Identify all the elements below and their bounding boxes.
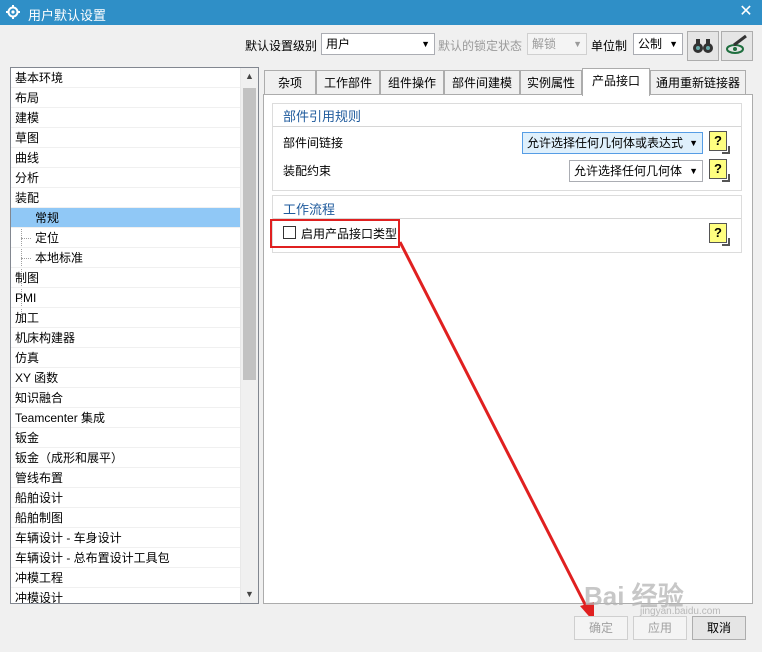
chevron-down-icon: ▼ xyxy=(573,39,582,49)
window-title: 用户默认设置 xyxy=(28,8,107,23)
tab-work-part[interactable]: 工作部件 xyxy=(316,70,380,94)
cancel-button[interactable]: 取消 xyxy=(692,616,746,640)
group-ref-rules: 部件引用规则 部件间链接 允许选择任何几何体或表达式 ▼ ? 装配约束 允许选择… xyxy=(272,103,742,191)
interpart-link-dropdown[interactable]: 允许选择任何几何体或表达式 ▼ xyxy=(522,132,703,154)
tree-item-simulation[interactable]: 仿真 xyxy=(11,348,242,368)
chevron-down-icon: ▼ xyxy=(689,138,698,148)
tree-item-local-standards[interactable]: 本地标准 xyxy=(11,248,242,268)
tab-interpart-modeling[interactable]: 部件间建模 xyxy=(444,70,520,94)
tab-general-relinker[interactable]: 通用重新链接器 xyxy=(650,70,746,94)
assembly-constraint-dropdown[interactable]: 允许选择任何几何体 ▼ xyxy=(569,160,703,182)
category-tree[interactable]: 基本环境 布局 建模 草图 曲线 分析 装配 常规 定位 本地标准 制图 PMI… xyxy=(10,67,259,604)
group-title: 部件引用规则 xyxy=(283,109,362,124)
scroll-down-icon[interactable]: ▼ xyxy=(241,586,258,603)
tab-product-interface[interactable]: 产品接口 xyxy=(582,68,650,96)
tree-item-sheet-metal[interactable]: 钣金 xyxy=(11,428,242,448)
find-button[interactable] xyxy=(687,31,719,61)
chevron-down-icon: ▼ xyxy=(689,166,698,176)
close-icon[interactable]: ✕ xyxy=(738,3,754,21)
group-title: 工作流程 xyxy=(283,202,336,217)
chevron-down-icon: ▼ xyxy=(669,39,678,49)
tab-component-ops[interactable]: 组件操作 xyxy=(380,70,444,94)
gear-icon xyxy=(6,5,20,19)
interpart-link-value: 允许选择任何几何体或表达式 xyxy=(527,136,684,150)
tab-panel: 部件引用规则 部件间链接 允许选择任何几何体或表达式 ▼ ? 装配约束 允许选择… xyxy=(263,94,753,604)
scroll-up-icon[interactable]: ▲ xyxy=(241,68,258,85)
tree-item-pmi[interactable]: PMI xyxy=(11,288,242,308)
tab-instance-attributes[interactable]: 实例属性 xyxy=(520,70,582,94)
unit-label: 单位制 xyxy=(591,39,628,53)
lock-label: 默认的锁定状态 xyxy=(438,39,523,53)
help-icon[interactable]: ? xyxy=(709,131,730,154)
help-icon[interactable]: ? xyxy=(709,159,730,182)
unit-value: 公制 xyxy=(638,37,663,51)
ok-button[interactable]: 确定 xyxy=(574,616,628,640)
tree-item-sheet-metal-flatten[interactable]: 钣金（成形和展平） xyxy=(11,448,242,468)
edit-button[interactable] xyxy=(721,31,753,61)
tree-item-basic-env[interactable]: 基本环境 xyxy=(11,68,242,88)
tree-item-general[interactable]: 常规 xyxy=(11,208,242,228)
tree-item-positioning[interactable]: 定位 xyxy=(11,228,242,248)
tree-item-vehicle-layout[interactable]: 车辆设计 - 总布置设计工具包 xyxy=(11,548,242,568)
tree-item-knowledge-fusion[interactable]: 知识融合 xyxy=(11,388,242,408)
pencil-eye-icon xyxy=(726,34,747,54)
tree-scrollbar[interactable]: ▲ ▼ xyxy=(240,68,258,603)
tree-item-sketch[interactable]: 草图 xyxy=(11,128,242,148)
tree-item-drafting[interactable]: 制图 xyxy=(11,268,242,288)
tree-item-xy-function[interactable]: XY 函数 xyxy=(11,368,242,388)
title-bar: 用户默认设置 ✕ xyxy=(0,0,762,25)
tree-item-machine-builder[interactable]: 机床构建器 xyxy=(11,328,242,348)
group-divider xyxy=(273,126,741,127)
tree-item-assembly[interactable]: 装配 xyxy=(11,188,242,208)
lock-value: 解锁 xyxy=(532,37,557,51)
assembly-constraint-value: 允许选择任何几何体 xyxy=(574,164,683,178)
apply-button[interactable]: 应用 xyxy=(633,616,687,640)
level-value: 用户 xyxy=(326,37,351,51)
tree-item-curve[interactable]: 曲线 xyxy=(11,148,242,168)
annotation-highlight-box xyxy=(270,219,400,248)
binoculars-icon xyxy=(693,39,713,53)
tree-item-analysis[interactable]: 分析 xyxy=(11,168,242,188)
level-label: 默认设置级别 xyxy=(245,39,318,53)
tree-item-modeling[interactable]: 建模 xyxy=(11,108,242,128)
lock-dropdown: 解锁 ▼ xyxy=(527,33,587,55)
tree-item-vehicle-body[interactable]: 车辆设计 - 车身设计 xyxy=(11,528,242,548)
tree-item-ship-drafting[interactable]: 船舶制图 xyxy=(11,508,242,528)
tree-item-manufacturing[interactable]: 加工 xyxy=(11,308,242,328)
tree-item-routing[interactable]: 管线布置 xyxy=(11,468,242,488)
assembly-constraint-label: 装配约束 xyxy=(283,164,332,178)
tab-misc[interactable]: 杂项 xyxy=(264,70,316,94)
chevron-down-icon: ▼ xyxy=(421,39,430,49)
scroll-thumb[interactable] xyxy=(243,88,256,380)
level-dropdown[interactable]: 用户 ▼ xyxy=(321,33,435,55)
interpart-link-label: 部件间链接 xyxy=(283,136,344,150)
tree-item-teamcenter[interactable]: Teamcenter 集成 xyxy=(11,408,242,428)
tree-item-die-engineering[interactable]: 冲模工程 xyxy=(11,568,242,588)
unit-dropdown[interactable]: 公制 ▼ xyxy=(633,33,683,55)
tree-item-die-design[interactable]: 冲模设计 xyxy=(11,588,242,603)
tree-item-ship-design[interactable]: 船舶设计 xyxy=(11,488,242,508)
tree-item-layout[interactable]: 布局 xyxy=(11,88,242,108)
help-icon[interactable]: ? xyxy=(709,223,730,246)
